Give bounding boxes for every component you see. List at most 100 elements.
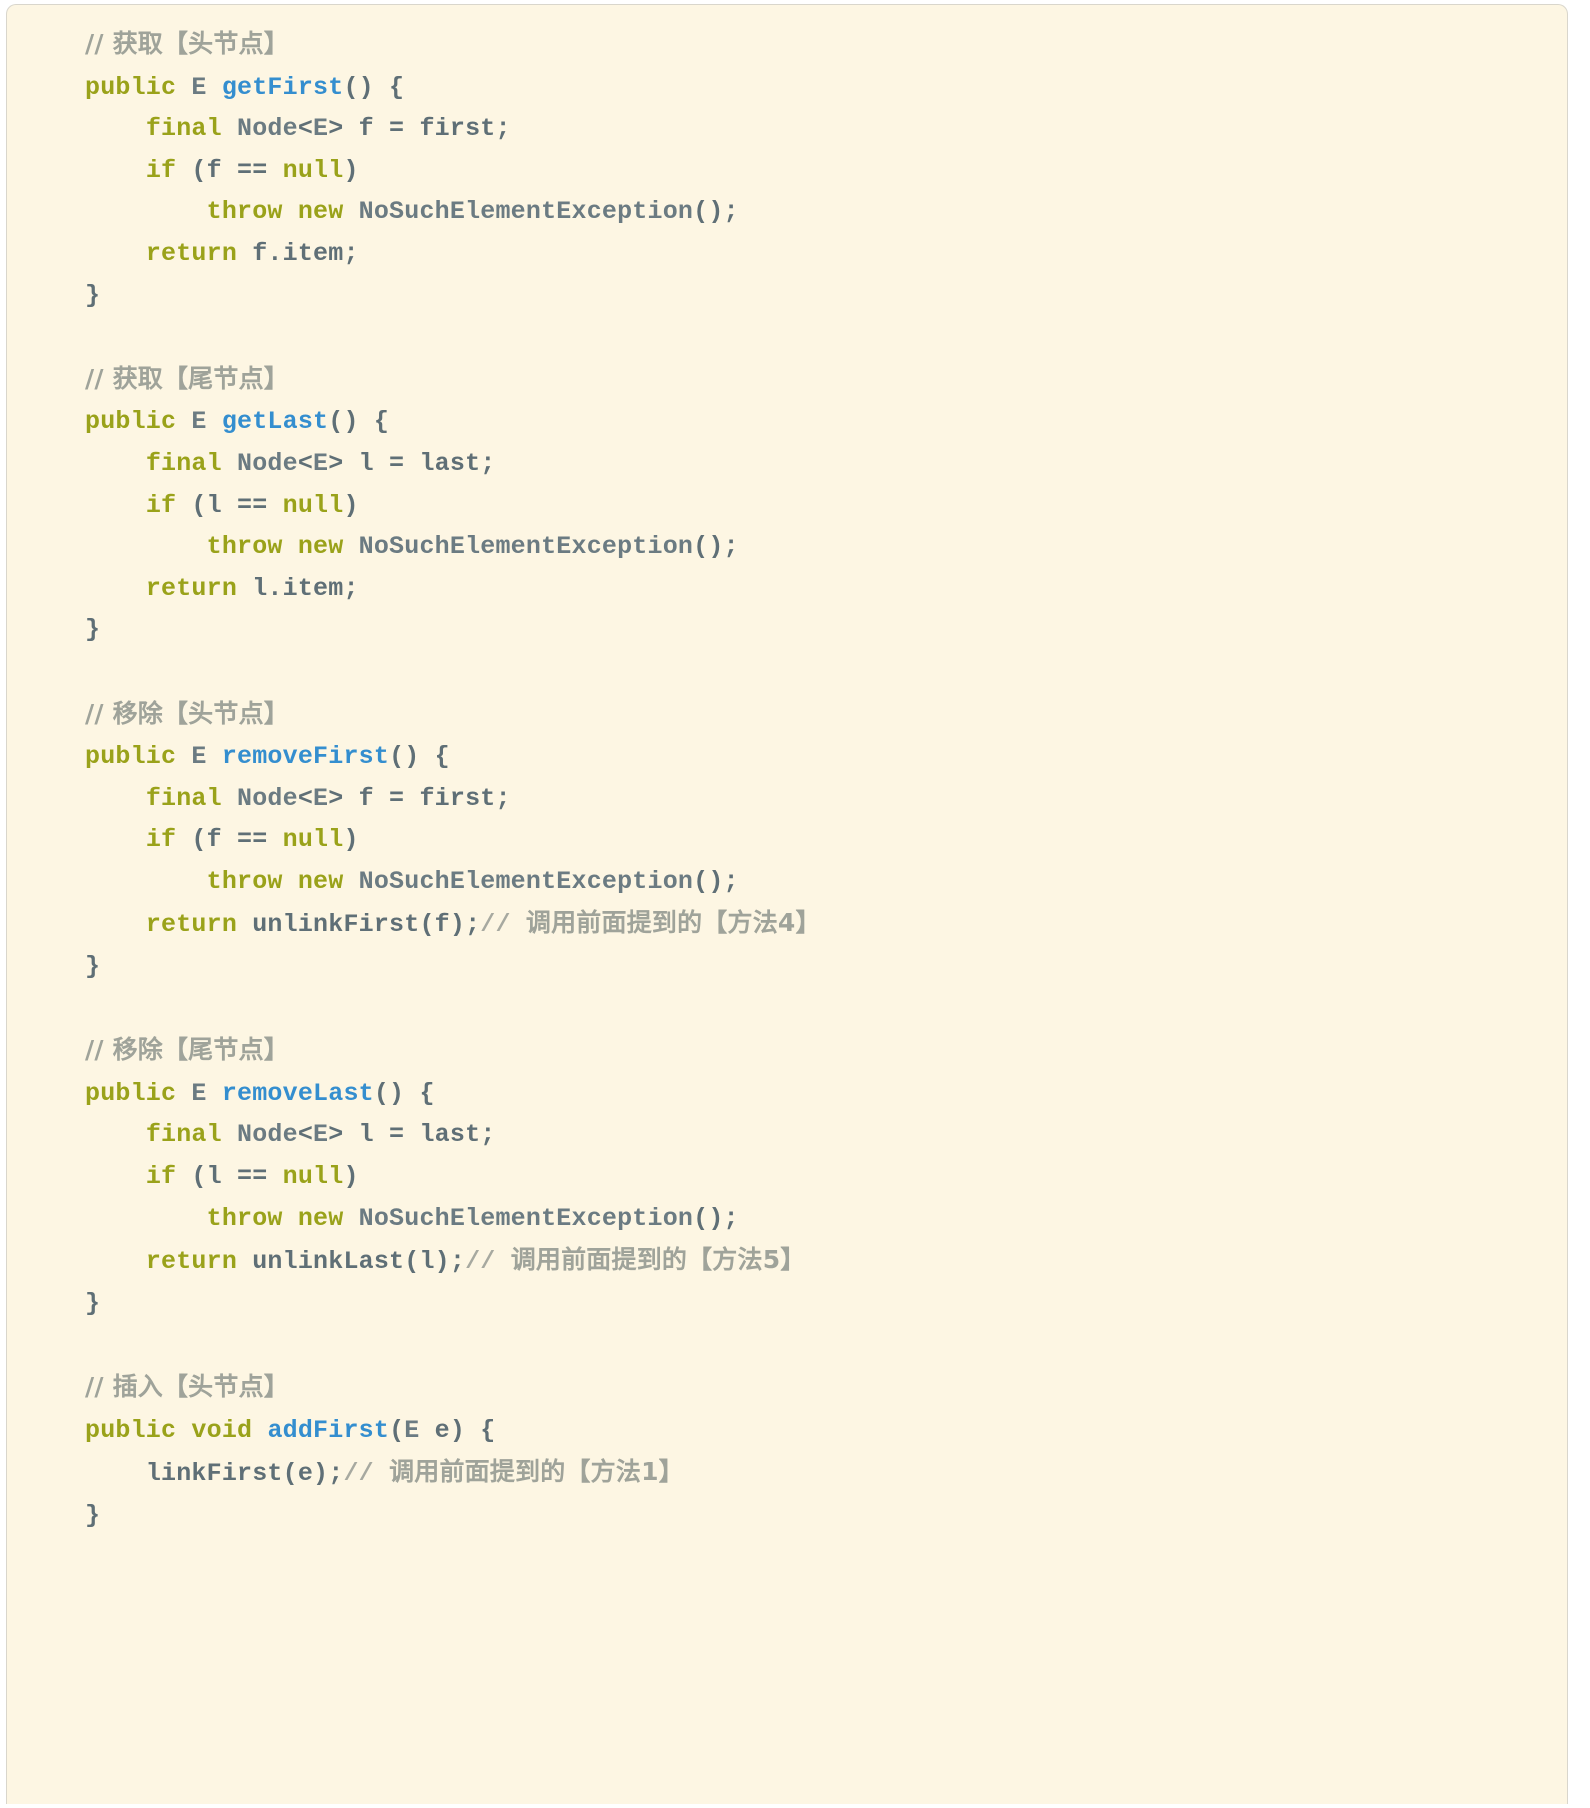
token-pln: (f ==: [176, 155, 283, 185]
code-line: }: [85, 1283, 1543, 1325]
code-line: if (l == null): [85, 485, 1543, 527]
code-line: }: [85, 609, 1543, 651]
token-pln: f.item;: [237, 238, 359, 268]
code-comment-line: // 获取【尾节点】: [85, 358, 1543, 402]
code-line: if (l == null): [85, 1156, 1543, 1198]
token-kw: final: [145, 448, 222, 478]
code-line: }: [85, 275, 1543, 317]
token-pln: [283, 867, 298, 896]
token-pln: }: [85, 615, 101, 645]
token-pln: [176, 742, 191, 771]
token-kw: new: [297, 532, 344, 562]
token-pln: ();: [693, 532, 739, 562]
token-pln: unlinkFirst(f);: [237, 910, 481, 940]
token-fn: addFirst: [267, 1415, 390, 1445]
code-line: return unlinkLast(l);// 调用前面提到的【方法5】: [85, 1239, 1543, 1283]
token-typ: E: [313, 448, 329, 478]
token-pln: () {: [373, 1078, 435, 1108]
token-cmt-cn: 调用前面提到的【方法5】: [510, 1245, 806, 1275]
token-pln: > f = first;: [328, 114, 511, 144]
token-fn: getLast: [221, 407, 329, 437]
token-pln: () {: [389, 742, 450, 772]
token-typ: E: [313, 1120, 329, 1150]
code-line: public E removeLast() {: [85, 1073, 1543, 1115]
code-lines-container: // 获取【头节点】 public E getFirst () { final No…: [7, 23, 1567, 1536]
token-kw: null: [282, 825, 344, 855]
token-pln: [222, 449, 237, 478]
token-typ: Node: [237, 448, 298, 478]
token-kw: return: [145, 1247, 238, 1277]
token-fn: removeFirst: [221, 742, 390, 772]
token-pln: (l ==: [176, 1162, 283, 1192]
token-typ: NoSuchElementException: [358, 1203, 694, 1233]
token-pln: [222, 784, 237, 813]
token-pln: > l = last;: [328, 1120, 496, 1150]
token-typ: E: [313, 783, 329, 813]
token-pln: }: [85, 952, 101, 982]
token-kw: public: [85, 72, 177, 102]
code-line: if (f == null): [85, 819, 1543, 861]
code-comment-line: // 获取【头节点】: [85, 23, 1543, 67]
comment-text: // 获取【头节点】: [85, 29, 289, 58]
token-typ: E: [191, 1078, 207, 1108]
code-line: throw new NoSuchElementException();: [85, 191, 1543, 233]
token-typ: NoSuchElementException: [358, 197, 694, 227]
token-pln: > l = last;: [328, 448, 496, 478]
token-cmt: //: [343, 1459, 390, 1489]
token-pln: ();: [693, 866, 739, 896]
code-line: public void addFirst(E e) {: [85, 1410, 1543, 1452]
token-typ: Node: [237, 1120, 298, 1150]
token-pln: [207, 742, 222, 771]
token-pln: [176, 1079, 191, 1108]
token-pln: [283, 532, 298, 561]
code-comment-line: // 插入【头节点】: [85, 1366, 1543, 1410]
code-line: return f.item;: [85, 233, 1543, 275]
token-pln: ): [343, 825, 359, 855]
token-pln: unlinkLast(l);: [237, 1247, 466, 1277]
code-line: public E removeFirst() {: [85, 736, 1543, 778]
token-pln: [176, 1416, 191, 1445]
token-kw: if: [145, 825, 177, 855]
token-pln: [343, 1204, 358, 1233]
token-pln: <: [297, 448, 314, 478]
token-kw: new: [297, 1203, 344, 1233]
token-typ: Node: [237, 783, 298, 813]
token-kw: throw: [206, 532, 283, 562]
token-cmt-cn: 调用前面提到的【方法1】: [389, 1457, 684, 1487]
token-kw: null: [282, 490, 344, 520]
token-pln: <: [297, 1120, 314, 1150]
token-pln: > f = first;: [328, 783, 511, 813]
token-kw: null: [282, 155, 344, 185]
token-cmt: //: [465, 1247, 511, 1277]
code-line: final Node<E> l = last;: [85, 1114, 1543, 1156]
comment-text: // 移除【头节点】: [85, 698, 289, 728]
code-line: if (f == null): [85, 150, 1543, 192]
token-pln: ();: [693, 197, 739, 227]
code-line: throw new NoSuchElementException();: [85, 1198, 1543, 1240]
token-fn: getFirst: [221, 72, 344, 102]
token-pln: l.item;: [237, 573, 359, 603]
token-kw: if: [145, 155, 177, 185]
token-kw: throw: [206, 197, 283, 227]
token-typ: Node: [237, 114, 298, 144]
code-line: public E getLast() {: [85, 401, 1543, 443]
code-block: // 获取【头节点】 public E getFirst () { final No…: [6, 4, 1568, 1804]
token-pln: [252, 1416, 267, 1445]
code-line: return unlinkFirst(f);// 调用前面提到的【方法4】: [85, 902, 1543, 946]
token-pln: [207, 73, 222, 102]
code-line: return l.item;: [85, 568, 1543, 610]
token-pln: }: [85, 1288, 101, 1318]
